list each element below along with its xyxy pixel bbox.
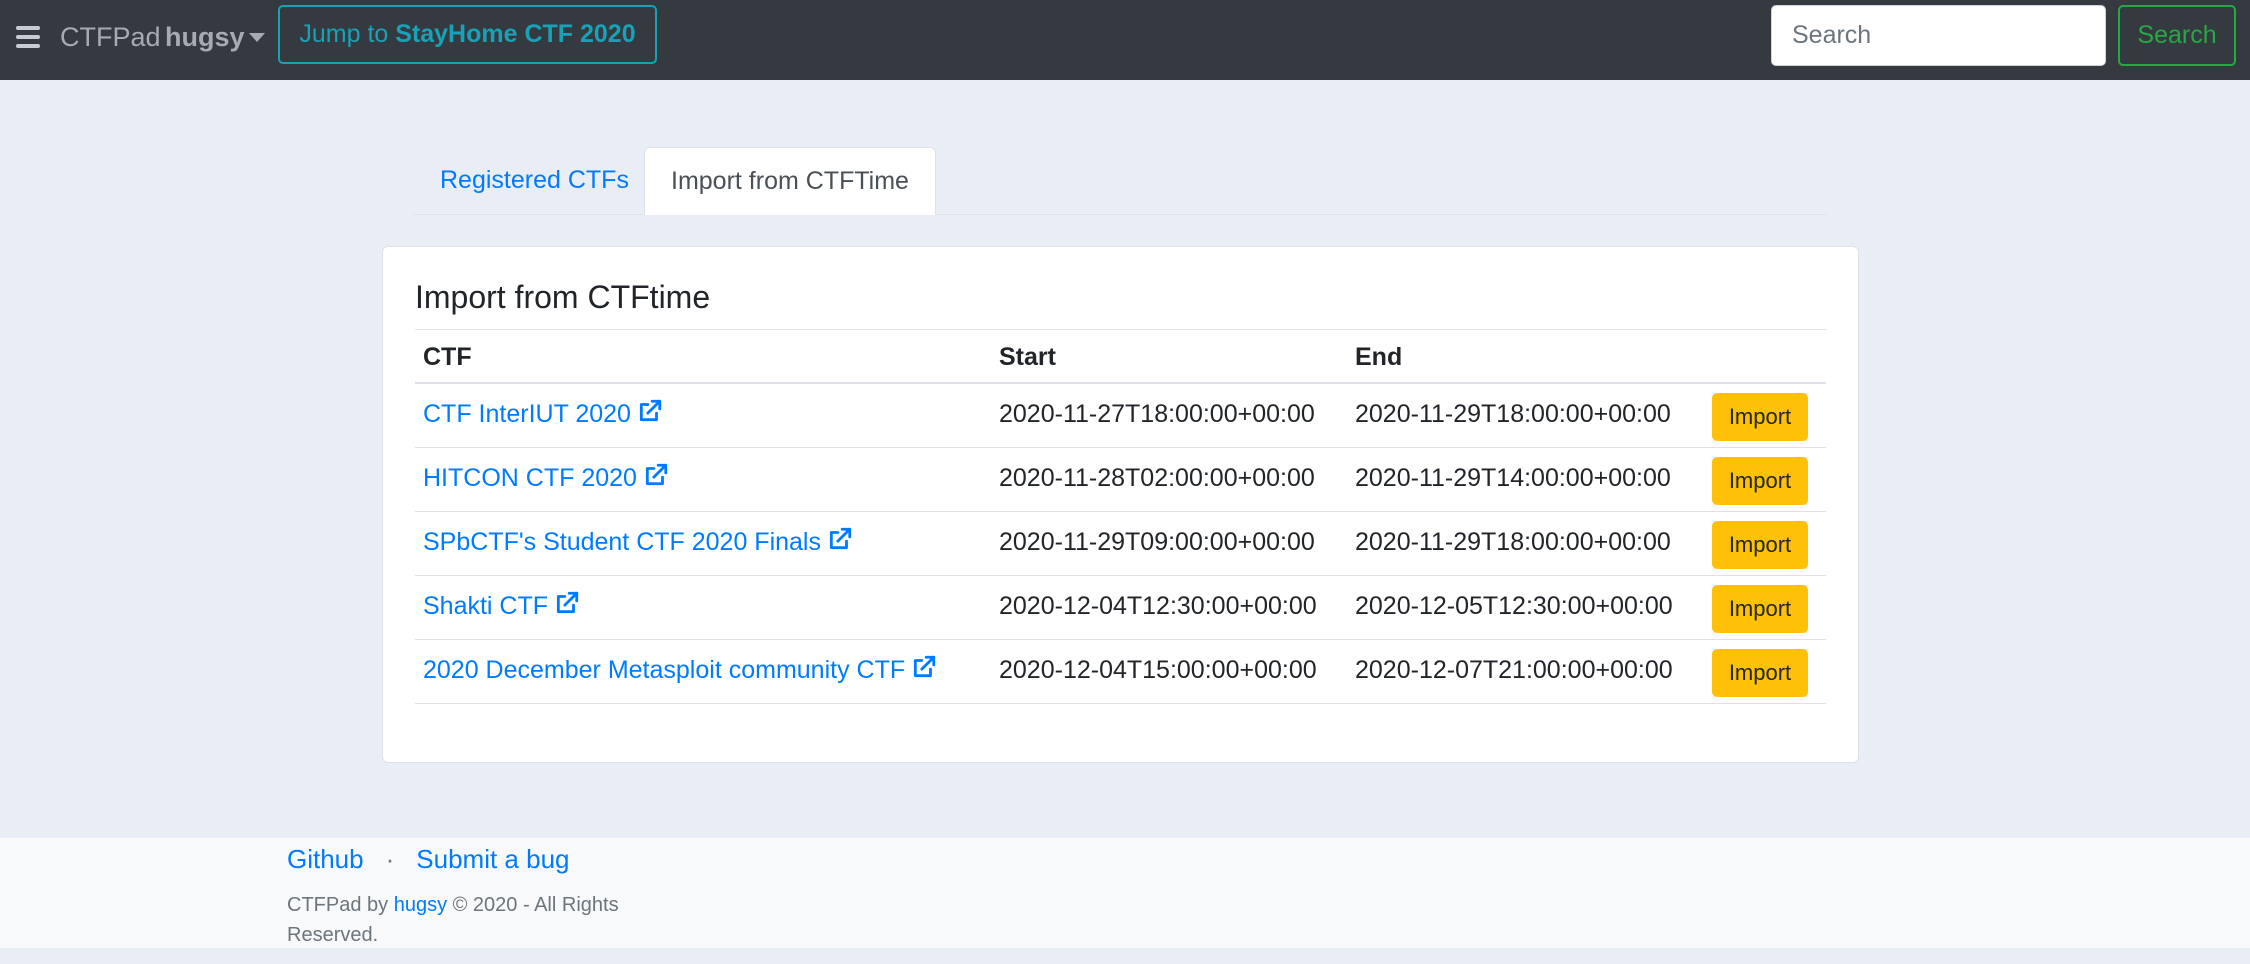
ctf-name: 2020 December Metasploit community CTF <box>423 656 906 684</box>
ctf-name: CTF InterIUT 2020 <box>423 400 631 428</box>
column-header-start: Start <box>999 343 1056 371</box>
table-row: 2020 December Metasploit community CTF 2… <box>415 640 1826 704</box>
ctf-table: CTF Start End CTF InterIUT 2020 2020-11-… <box>415 329 1826 704</box>
search-input[interactable] <box>1771 5 2106 66</box>
hamburger-icon[interactable] <box>16 26 40 48</box>
column-header-ctf: CTF <box>423 343 472 371</box>
table-row: CTF InterIUT 2020 2020-11-27T18:00:00+00… <box>415 384 1826 448</box>
ctf-name: Shakti CTF <box>423 592 549 620</box>
column-header-end: End <box>1355 343 1403 371</box>
copyright-prefix: CTFPad by <box>287 894 394 916</box>
import-button[interactable]: Import <box>1712 521 1808 569</box>
submit-bug-link[interactable]: Submit a bug <box>416 844 569 874</box>
table-header: CTF Start End <box>415 329 1826 384</box>
end-time: 2020-11-29T18:00:00+00:00 <box>1355 400 1671 428</box>
footer-separator: · <box>385 844 395 874</box>
start-time: 2020-11-27T18:00:00+00:00 <box>999 400 1315 428</box>
card-title: Import from CTFtime <box>415 279 711 315</box>
caret-down-icon[interactable] <box>249 33 265 42</box>
end-time: 2020-12-07T21:00:00+00:00 <box>1355 656 1673 684</box>
ctf-link[interactable]: 2020 December Metasploit community CTF <box>423 640 937 701</box>
ctf-name: SPbCTF's Student CTF 2020 Finals <box>423 528 821 556</box>
external-link-icon[interactable] <box>827 526 853 552</box>
ctf-link[interactable]: SPbCTF's Student CTF 2020 Finals <box>423 512 853 573</box>
jump-target: StayHome CTF 2020 <box>395 20 636 48</box>
start-time: 2020-11-29T09:00:00+00:00 <box>999 528 1315 556</box>
ctf-link[interactable]: Shakti CTF <box>423 576 580 637</box>
author-link[interactable]: hugsy <box>394 894 447 916</box>
footer: Github · Submit a bug CTFPad by hugsy © 20… <box>0 838 2250 948</box>
external-link-icon[interactable] <box>554 590 580 616</box>
end-time: 2020-12-05T12:30:00+00:00 <box>1355 592 1673 620</box>
start-time: 2020-11-28T02:00:00+00:00 <box>999 464 1315 492</box>
jump-prefix: Jump to <box>299 20 396 48</box>
search-button[interactable]: Search <box>2118 5 2236 66</box>
brand-link[interactable]: CTFPad <box>60 22 161 53</box>
start-time: 2020-12-04T12:30:00+00:00 <box>999 592 1317 620</box>
footer-links: Github · Submit a bug <box>287 844 570 875</box>
end-time: 2020-11-29T18:00:00+00:00 <box>1355 528 1671 556</box>
table-row: Shakti CTF 2020-12-04T12:30:00+00:00 202… <box>415 576 1826 640</box>
import-button[interactable]: Import <box>1712 649 1808 697</box>
table-row: SPbCTF's Student CTF 2020 Finals 2020-11… <box>415 512 1826 576</box>
end-time: 2020-11-29T14:00:00+00:00 <box>1355 464 1671 492</box>
import-button[interactable]: Import <box>1712 393 1808 441</box>
copyright-text: CTFPad by hugsy © 2020 - All Rights Rese… <box>287 890 657 950</box>
external-link-icon[interactable] <box>643 462 669 488</box>
github-link[interactable]: Github <box>287 844 364 874</box>
ctf-name: HITCON CTF 2020 <box>423 464 637 492</box>
start-time: 2020-12-04T15:00:00+00:00 <box>999 656 1317 684</box>
jump-to-ctf-button[interactable]: Jump to StayHome CTF 2020 <box>278 5 657 64</box>
navbar: CTFPad hugsy Jump to StayHome CTF 2020 S… <box>0 0 2250 80</box>
external-link-icon[interactable] <box>637 398 663 424</box>
ctf-link[interactable]: CTF InterIUT 2020 <box>423 384 663 445</box>
external-link-icon[interactable] <box>911 654 937 680</box>
user-dropdown-toggle[interactable]: hugsy <box>165 22 245 53</box>
table-row: HITCON CTF 2020 2020-11-28T02:00:00+00:0… <box>415 448 1826 512</box>
import-button[interactable]: Import <box>1712 457 1808 505</box>
import-button[interactable]: Import <box>1712 585 1808 633</box>
ctf-link[interactable]: HITCON CTF 2020 <box>423 448 669 509</box>
tab-registered-ctfs[interactable]: Registered CTFs <box>414 147 655 215</box>
tab-import-from-ctftime[interactable]: Import from CTFTime <box>644 147 936 215</box>
import-card: Import from CTFtime CTF Start End CTF In… <box>382 246 1859 763</box>
tab-bar: Registered CTFs Import from CTFTime <box>414 147 1826 215</box>
